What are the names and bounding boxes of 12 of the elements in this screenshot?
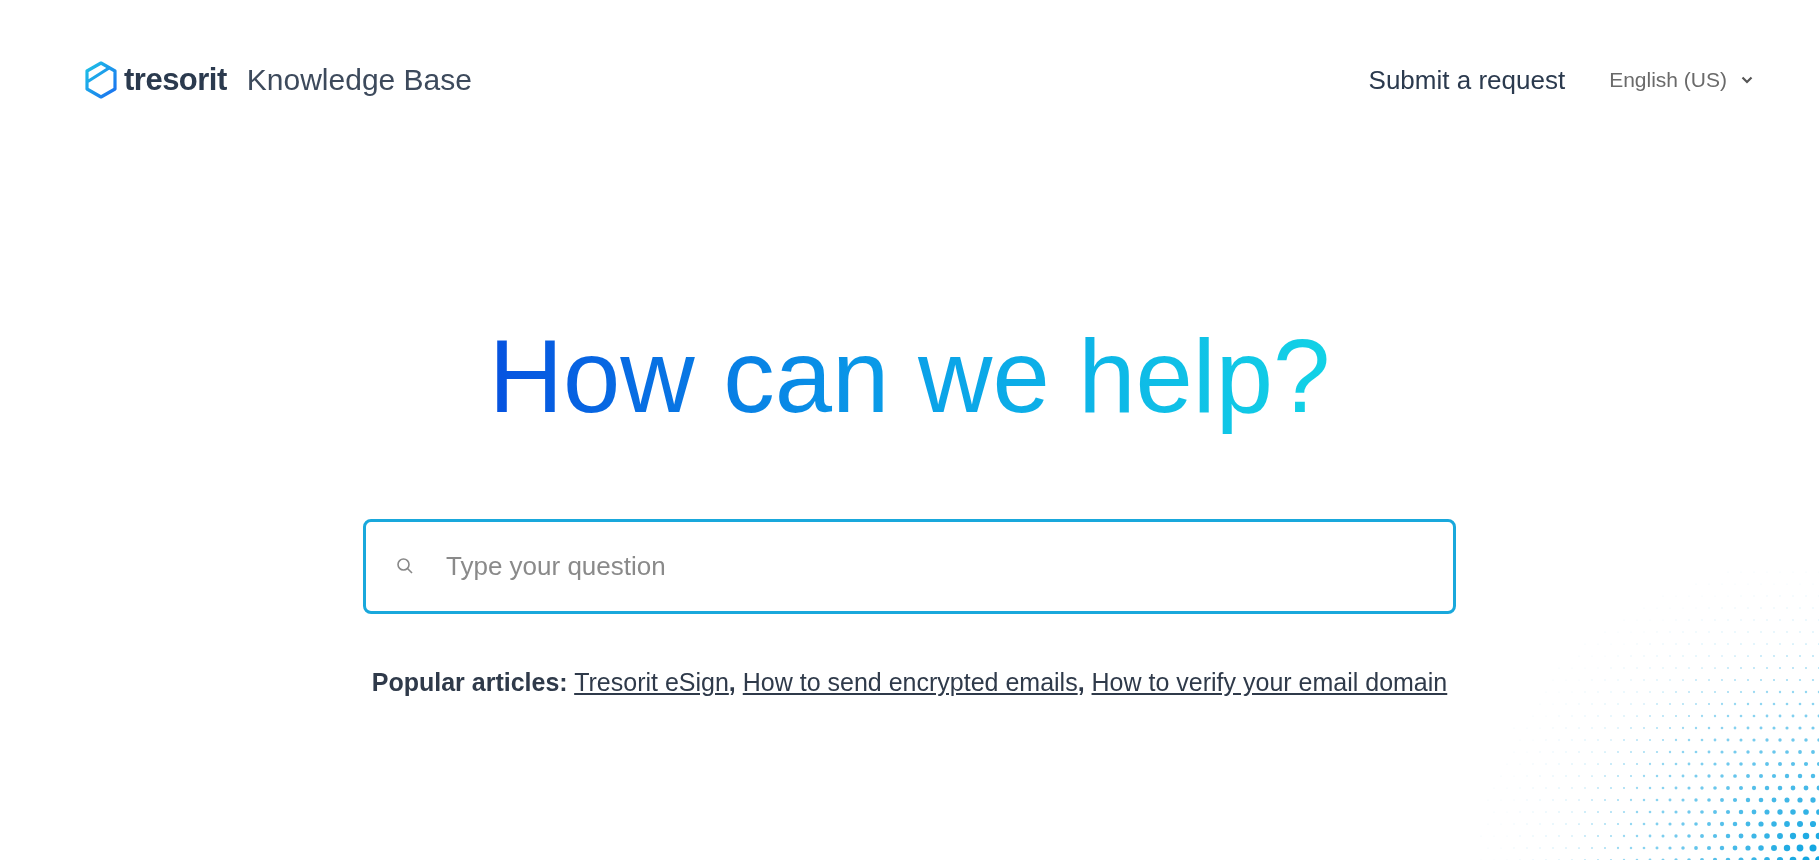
search-icon <box>396 556 414 575</box>
popular-articles-text: Popular articles: Tresorit eSign, How to send encrypted emails, How to verify your email domain <box>371 667 1448 697</box>
language-dropdown[interactable]: English (US) <box>1609 68 1753 92</box>
hexagon-logo-icon <box>84 60 118 100</box>
chevron-down-icon <box>1741 76 1753 84</box>
search-field[interactable]: Type your question <box>363 518 1456 614</box>
brand-name[interactable]: tresorit <box>124 62 227 98</box>
site-title: Knowledge Base <box>246 63 472 97</box>
article-link[interactable]: Tresorit eSign <box>574 667 729 696</box>
submit-request-link[interactable]: Submit a request <box>1368 64 1566 96</box>
article-link[interactable]: How to send encrypted emails <box>742 667 1078 696</box>
article-link[interactable]: How to verify your email domain <box>1091 667 1448 696</box>
